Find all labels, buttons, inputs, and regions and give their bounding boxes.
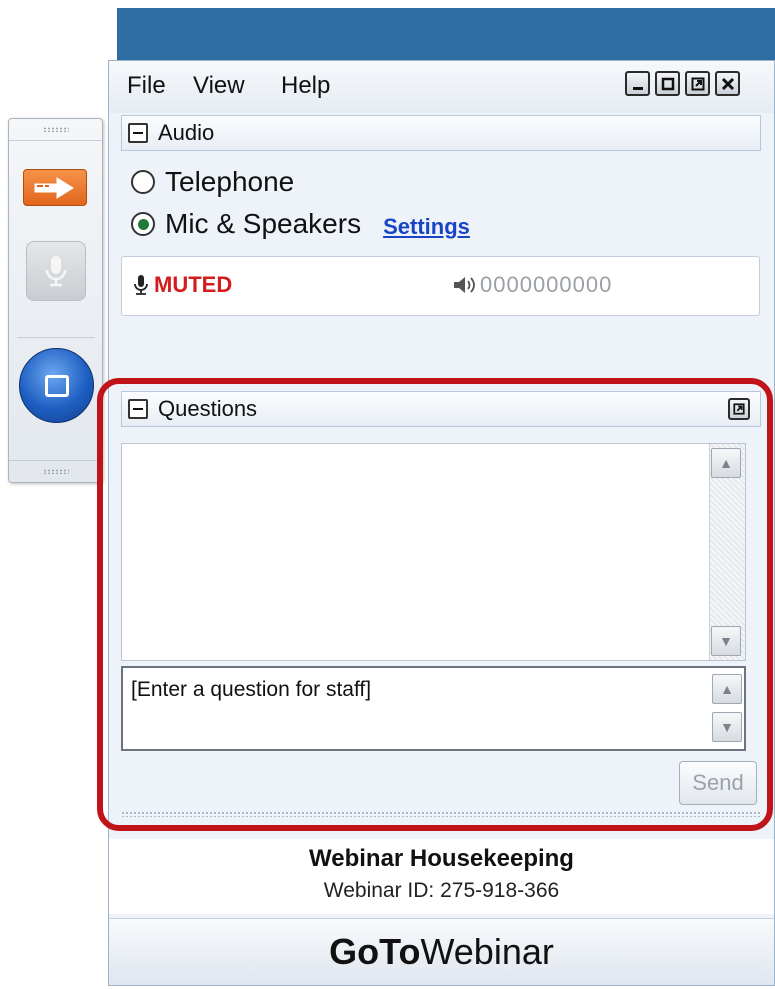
questions-panel-header: Questions	[121, 391, 761, 427]
input-scroll-down-button[interactable]: ▼	[712, 712, 742, 742]
webinar-id: Webinar ID: 275-918-366	[323, 879, 560, 902]
popout-icon	[691, 77, 704, 90]
webinar-control-panel: File View Help Audio Telephone Mic & Spe…	[108, 60, 775, 986]
close-button[interactable]	[715, 71, 740, 96]
popout-button[interactable]	[685, 71, 710, 96]
question-input-placeholder: [Enter a question for staff]	[131, 678, 372, 701]
brand-goto: GoTo	[329, 931, 421, 972]
show-panel-button[interactable]	[23, 169, 87, 206]
audio-panel-header: Audio	[121, 115, 761, 151]
audio-settings-link[interactable]: Settings	[383, 214, 470, 240]
popout-questions-button[interactable]	[728, 398, 750, 420]
webinar-title: Webinar Housekeeping	[309, 845, 574, 872]
questions-log[interactable]: ▲ ▼	[121, 443, 746, 661]
brand-logo: GoTo Webinar	[109, 918, 774, 985]
telephone-radio[interactable]	[131, 170, 155, 194]
scroll-up-button[interactable]: ▲	[711, 448, 741, 478]
question-input[interactable]: [Enter a question for staff] ▲ ▼	[121, 666, 746, 751]
collapse-audio-button[interactable]	[128, 123, 148, 143]
mic-speakers-option[interactable]: Mic & Speakers Settings	[131, 208, 470, 240]
maximize-icon	[661, 77, 674, 90]
audio-panel-title: Audio	[158, 120, 215, 145]
telephone-option[interactable]: Telephone	[131, 166, 294, 198]
telephone-label: Telephone	[165, 166, 295, 197]
menu-file[interactable]: File	[127, 72, 166, 100]
toolbar-divider	[17, 337, 95, 338]
mute-status[interactable]: MUTED	[132, 272, 232, 298]
control-toolbar	[8, 118, 103, 483]
menu-help[interactable]: Help	[281, 72, 330, 100]
questions-panel-title: Questions	[158, 396, 258, 421]
collapse-questions-button[interactable]	[128, 399, 148, 419]
questions-scrollbar[interactable]: ▲ ▼	[709, 444, 745, 660]
mic-toggle-button[interactable]	[26, 241, 86, 301]
backdrop	[117, 8, 775, 68]
mic-speakers-radio[interactable]	[131, 212, 155, 236]
scroll-down-button[interactable]: ▼	[711, 626, 741, 656]
menu-bar: File View Help	[109, 61, 774, 113]
screen-share-button[interactable]	[19, 348, 94, 423]
resize-grip[interactable]	[121, 811, 761, 817]
minimize-button[interactable]	[625, 71, 650, 96]
speaker-icon	[454, 277, 475, 293]
close-icon	[721, 77, 734, 90]
maximize-button[interactable]	[655, 71, 680, 96]
muted-label: MUTED	[154, 272, 233, 297]
minimize-icon	[632, 86, 643, 90]
microphone-icon	[134, 275, 148, 295]
toolbar-grip-top[interactable]	[9, 119, 102, 141]
mic-speakers-label: Mic & Speakers	[165, 208, 362, 239]
triangle-up-icon: ▲	[719, 455, 733, 471]
arrow-right-icon	[34, 176, 74, 199]
send-button[interactable]: Send	[679, 761, 757, 805]
webinar-info: Webinar Housekeeping Webinar ID: 275-918…	[109, 839, 774, 914]
microphone-icon	[45, 256, 67, 287]
triangle-down-icon: ▼	[719, 633, 733, 649]
input-scroll-up-button[interactable]: ▲	[712, 674, 742, 704]
menu-view[interactable]: View	[193, 72, 245, 100]
audio-status-box: MUTED 0000000000	[121, 256, 760, 316]
screen-icon	[44, 374, 69, 397]
brand-webinar: Webinar	[420, 931, 554, 972]
triangle-down-icon: ▼	[720, 719, 734, 735]
triangle-up-icon: ▲	[720, 681, 734, 697]
audio-level-meter: 0000000000	[452, 272, 612, 298]
level-indicator: 0000000000	[480, 272, 613, 297]
toolbar-grip-bottom[interactable]	[9, 460, 102, 482]
popout-icon	[733, 403, 745, 415]
